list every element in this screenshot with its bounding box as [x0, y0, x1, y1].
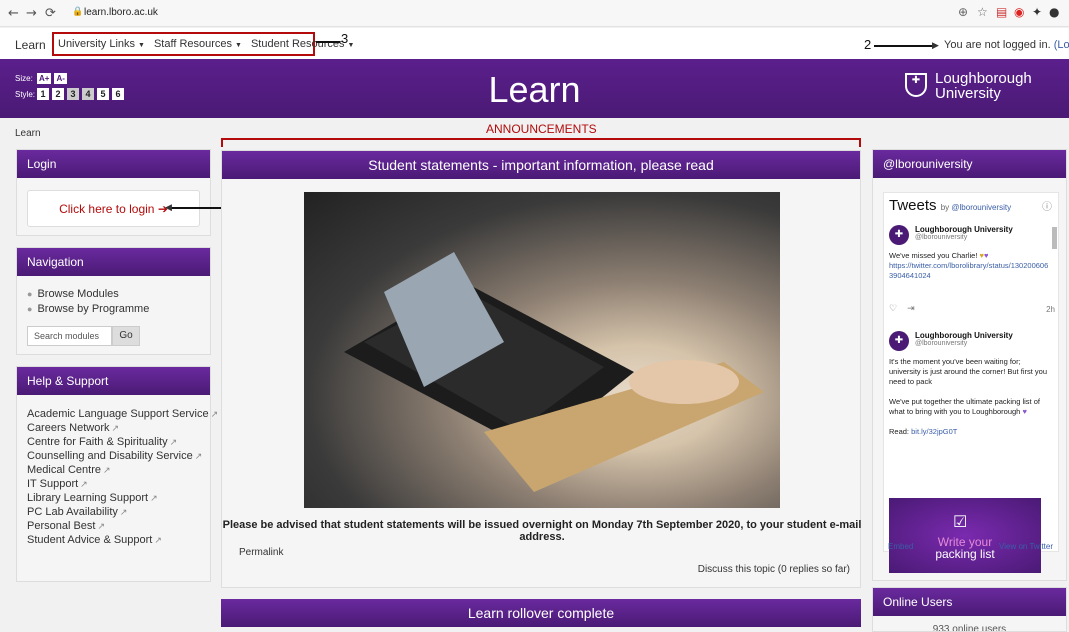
menu-university-links[interactable]: University Links ▼ [58, 38, 145, 50]
back-icon[interactable]: ← [8, 6, 19, 21]
arrow-head-icon: ▶ [932, 40, 939, 50]
login-block: Login Click here to login ➔ [16, 149, 211, 236]
embed-link[interactable]: Embed [888, 542, 913, 551]
twitter-block: @lborouniversity Tweets by @lborounivers… [872, 149, 1067, 581]
announcements-bracket [221, 138, 861, 147]
online-users-block: Online Users 933 online users [872, 587, 1067, 632]
site-brand[interactable]: Learn [15, 38, 46, 52]
lock-icon: 🔒 [72, 6, 84, 16]
checklist-icon: ☑ [953, 514, 968, 531]
post-image [304, 192, 780, 508]
info-icon[interactable]: ⓘ [1042, 198, 1052, 213]
caret-down-icon: ▼ [138, 42, 145, 49]
profile-icon[interactable]: ● [1049, 5, 1059, 19]
help-link[interactable]: IT Support ↗ [27, 478, 218, 490]
callout-line-3 [316, 41, 340, 43]
external-link-icon: ↗ [154, 535, 162, 545]
help-link[interactable]: Library Learning Support ↗ [27, 492, 218, 504]
caret-down-icon: ▼ [235, 42, 242, 49]
menu-staff-resources[interactable]: Staff Resources ▼ [154, 38, 242, 50]
help-link[interactable]: Counselling and Disability Service ↗ [27, 450, 218, 462]
help-link[interactable]: Student Advice & Support ↗ [27, 534, 218, 546]
search-modules-input[interactable]: Search modules [27, 326, 112, 346]
top-navbar: Learn University Links ▼ Staff Resources ▼… [0, 28, 1069, 59]
tweet-link[interactable]: https://twitter.com/lborolibrary/status/… [889, 261, 1048, 280]
discuss-link[interactable]: Discuss this topic [698, 564, 775, 575]
breadcrumb[interactable]: Learn [15, 128, 41, 139]
external-link-icon: ↗ [169, 437, 178, 447]
crest-icon: ✚ [905, 73, 927, 97]
external-link-icon: ↗ [210, 409, 219, 419]
online-users-count: 933 online users [932, 624, 1007, 632]
external-link-icon: ↗ [102, 465, 111, 475]
record-extension-icon[interactable]: ◉ [1014, 5, 1024, 19]
announcement-post: Student statements - important informati… [221, 150, 861, 588]
twitter-feed: Tweets by @lborouniversity ⓘ ✚ Loughboro… [883, 192, 1059, 573]
extension-icon[interactable]: ▤ [996, 5, 1007, 19]
help-link[interactable]: Careers Network ↗ [27, 422, 218, 434]
caret-down-icon: ▼ [347, 42, 355, 49]
help-title: Help & Support [17, 367, 210, 395]
reload-icon[interactable]: ⟳ [45, 6, 56, 21]
permalink[interactable]: Permalink [239, 547, 283, 558]
zoom-icon[interactable]: ⊕ [958, 5, 968, 19]
puzzle-extension-icon[interactable]: ✦ [1032, 5, 1042, 19]
discuss-row: Discuss this topic (0 replies so far) [697, 564, 850, 575]
site-banner: Size: A+ A- Style: 1 2 3 4 5 6 Learn ✚ L… [0, 59, 1069, 118]
external-link-icon: ↗ [194, 451, 203, 461]
help-link[interactable]: Personal Best ↗ [27, 520, 218, 532]
post-title[interactable]: Student statements - important informati… [222, 151, 860, 179]
forward-icon[interactable]: → [26, 6, 37, 21]
post-text: Please be advised that student statement… [222, 519, 862, 543]
callout-3: 3 [341, 31, 349, 46]
like-icon[interactable]: ♡ ⇥ [889, 303, 915, 314]
login-status: You are not logged in. (Log in) [944, 39, 1069, 51]
avatar: ✚ [889, 331, 909, 351]
help-block: Help & Support Academic Language Support… [16, 366, 218, 582]
address-bar[interactable]: learn.lboro.ac.uk [84, 7, 158, 18]
nav-browse-modules[interactable]: ● Browse Modules [27, 288, 149, 300]
help-link[interactable]: Medical Centre ↗ [27, 464, 218, 476]
login-block-title: Login [17, 150, 210, 178]
external-link-icon: ↗ [111, 423, 120, 433]
callout-2: 2 [864, 37, 872, 52]
external-link-icon: ↗ [80, 479, 88, 489]
custom-menu: University Links ▼ Staff Resources ▼ Stude… [52, 32, 354, 56]
avatar: ✚ [889, 225, 909, 245]
search-go-button[interactable]: Go [112, 326, 140, 346]
external-link-icon: ↗ [119, 507, 128, 517]
announcements-label: ANNOUNCEMENTS [486, 122, 597, 136]
help-link[interactable]: Centre for Faith & Spirituality ↗ [27, 436, 218, 448]
view-on-twitter-link[interactable]: View on Twitter [999, 542, 1053, 551]
online-users-title: Online Users [873, 588, 1066, 616]
menu-student-resources[interactable]: Student Resources ▼ [251, 38, 355, 50]
login-link[interactable]: (Log in) [1054, 39, 1069, 51]
twitter-title: @lborouniversity [873, 150, 1066, 178]
announcement-post-2: Learn rollover complete [221, 599, 861, 632]
arrow-head-icon: ◀ [165, 202, 172, 212]
help-link[interactable]: Academic Language Support Service ↗ [27, 408, 218, 420]
feed-scrollbar[interactable] [1052, 227, 1057, 249]
external-link-icon: ↗ [150, 493, 158, 503]
tweet-media-card[interactable]: ☑ Write your packing list [889, 498, 1041, 573]
callout-line-2 [874, 45, 936, 47]
post-2-title[interactable]: Learn rollover complete [221, 599, 861, 627]
browser-toolbar: ← → ⟳ 🔒 learn.lboro.ac.uk ⊕ ☆ ▤ ◉ ✦ ● [0, 0, 1069, 27]
tweets-heading: Tweets by @lborouniversity [889, 197, 1012, 214]
navigation-title: Navigation [17, 248, 210, 276]
tweet-link[interactable]: bit.ly/32jpG0T [911, 427, 957, 436]
bookmark-star-icon[interactable]: ☆ [977, 5, 988, 19]
navigation-block: Navigation ● Browse Modules ● Browse by Pr… [16, 247, 211, 355]
external-link-icon: ↗ [97, 521, 106, 531]
nav-browse-programme[interactable]: ● Browse by Programme [27, 303, 149, 315]
help-link[interactable]: PC Lab Availability ↗ [27, 506, 218, 518]
